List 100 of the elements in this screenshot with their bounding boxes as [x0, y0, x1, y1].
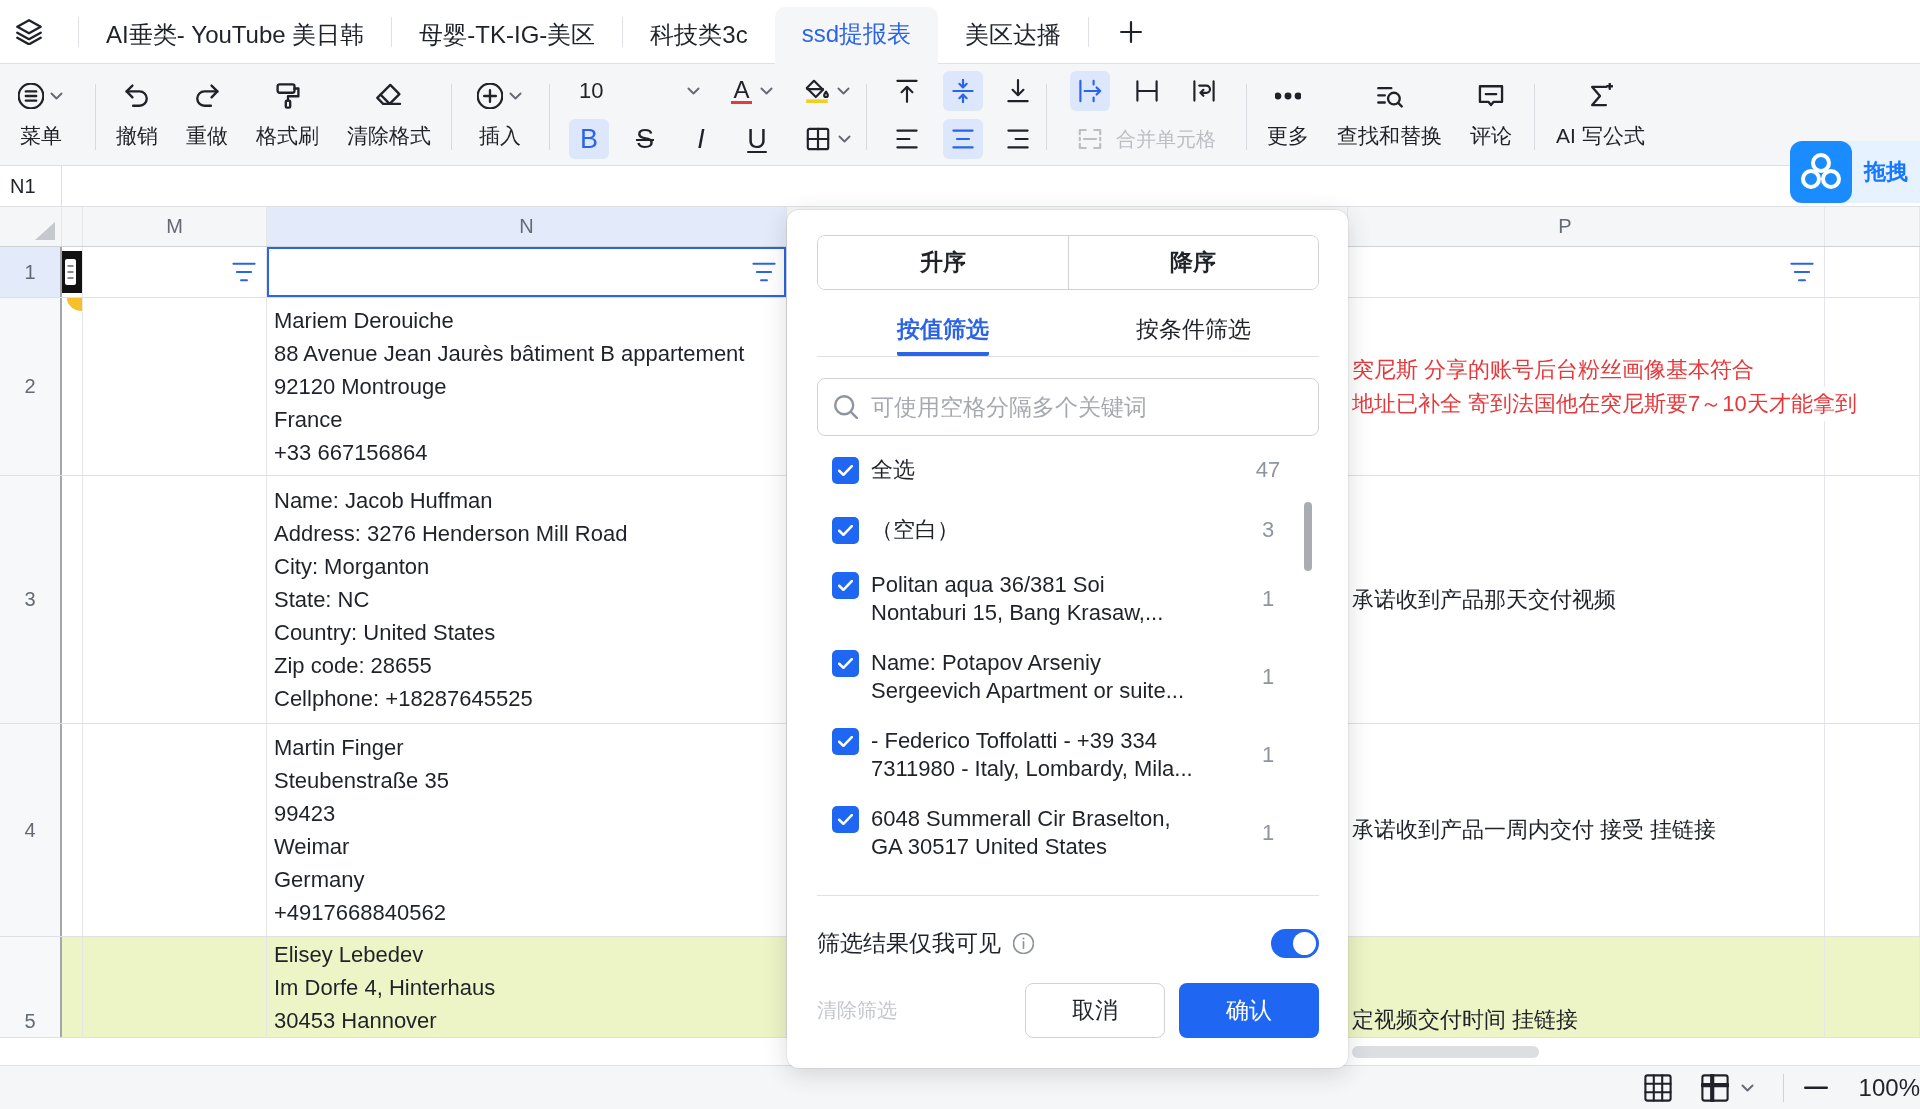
italic-button[interactable]: I [681, 119, 721, 159]
list-icon[interactable] [62, 251, 82, 293]
table-icon[interactable] [1643, 1073, 1672, 1102]
checkbox[interactable] [832, 650, 859, 677]
row-header[interactable]: 2 [0, 298, 62, 475]
layers-icon[interactable] [16, 18, 42, 45]
grid-icon [805, 127, 830, 151]
redo-icon [194, 83, 220, 109]
cell-text: 定视频交付时间 挂链接 [1348, 1003, 1579, 1037]
underline-button[interactable]: U [737, 119, 777, 159]
sheet-tab[interactable]: 母婴-TK-IG-美区 [392, 8, 623, 64]
font-color-button[interactable]: A [722, 71, 782, 111]
value-count: 1 [1260, 742, 1276, 768]
checkbox[interactable] [832, 728, 859, 755]
cancel-button[interactable]: 取消 [1025, 983, 1165, 1038]
clear-format-button[interactable]: 清除格式 [339, 72, 439, 158]
sheet-tab[interactable]: ssd提报表 [774, 7, 939, 64]
table-cell-text: Elisey Lebedev Im Dorfe 4, Hinterhaus 30453 Hannover [273, 941, 497, 1035]
comment-button[interactable]: 评论 [1462, 72, 1520, 158]
checkbox[interactable] [832, 572, 859, 599]
checkbox[interactable] [832, 806, 859, 833]
column-header[interactable]: N [267, 207, 787, 246]
checkbox[interactable] [832, 457, 859, 484]
scrollbar-thumb[interactable] [1352, 1045, 1539, 1058]
redo-button[interactable]: 重做 [178, 72, 236, 158]
align-middle-button[interactable] [942, 71, 983, 111]
text-overflow-icon [1078, 79, 1102, 103]
sheet-tab[interactable]: 科技类3c [623, 8, 775, 64]
insert-button[interactable]: 插入 [469, 72, 530, 158]
filter-option[interactable]: Politan aqua 36/381 Soi Nontaburi 15, Bang Krasaw,... [871, 571, 1232, 627]
value-count: 1 [1260, 820, 1276, 846]
paint-bucket-icon [804, 79, 829, 103]
toggle-label: 筛选结果仅我可见 [817, 928, 1001, 958]
value-count: 1 [1260, 664, 1276, 690]
menu-button[interactable]: 菜单 [10, 72, 71, 158]
cell-reference-box[interactable]: N1 [0, 166, 62, 206]
value-count: 47 [1254, 457, 1282, 483]
checkbox[interactable] [832, 517, 859, 544]
row-header[interactable]: 4 [0, 724, 62, 936]
paint-roller-icon [274, 83, 301, 109]
align-center-button[interactable] [942, 119, 983, 159]
confirm-button[interactable]: 确认 [1179, 983, 1319, 1038]
caret-icon [837, 135, 851, 143]
filter-icon[interactable] [1790, 262, 1814, 282]
check-icon [838, 658, 853, 669]
caret-icon [50, 92, 63, 100]
align-right-icon [1006, 127, 1030, 151]
row-header[interactable]: 3 [0, 476, 62, 723]
filter-option[interactable]: （空白） [871, 516, 1232, 544]
filter-tab[interactable]: 按条件筛选 [1136, 306, 1251, 356]
sheet-tab[interactable]: AI垂类- YouTube 美日韩 [79, 8, 392, 64]
scrollbar-thumb[interactable] [1304, 502, 1312, 571]
filter-option[interactable]: 全选 [871, 456, 1232, 484]
filter-option[interactable]: Name: Potapov Arseniy Sergeevich Apartment or suite... [871, 649, 1232, 705]
search-field[interactable]: 可使用空格分隔多个关键词 [817, 378, 1319, 436]
caret-icon [687, 87, 700, 95]
plus-icon [1120, 20, 1143, 43]
selected-cell[interactable] [267, 247, 787, 297]
table-cell-text: Mariem Derouiche 88 Avenue Jean Jaurès bâtiment B appartement 92120 Montrouge France +33 667156864 [273, 307, 746, 467]
value-count: 1 [1260, 586, 1276, 612]
filter-icon[interactable] [752, 262, 776, 282]
sheet-tab[interactable]: 美区达播 [938, 8, 1089, 64]
undo-button[interactable]: 撤销 [108, 72, 166, 158]
check-icon [838, 465, 853, 476]
drag-button[interactable]: 拖拽 [1790, 141, 1920, 203]
minus-icon[interactable] [1803, 1085, 1828, 1090]
filter-option[interactable]: - Federico Toffolatti - +39 334 7311980 - Italy, Lombardy, Mila... [871, 727, 1232, 783]
bold-button[interactable]: B [569, 119, 609, 159]
filter-option[interactable]: 6048 Summerall Cir Braselton, GA 30517 United States [871, 805, 1232, 861]
zoom-level[interactable]: 100% [1858, 1073, 1920, 1102]
strikethrough-button[interactable]: S [625, 119, 665, 159]
filter-icon[interactable] [232, 262, 256, 282]
more-button[interactable]: 更多 [1259, 72, 1317, 158]
sort-button[interactable]: 降序 [1067, 236, 1318, 289]
row-header[interactable]: 5 [0, 937, 62, 1037]
cell-text: 承诺收到产品那天交付视频 [1348, 582, 1616, 617]
merge-icon [1078, 127, 1102, 151]
toggle-switch[interactable] [1271, 928, 1319, 958]
format-painter-button[interactable]: 格式刷 [248, 72, 327, 158]
cell-text: 突尼斯 分享的账号后台粉丝画像基本符合 [1348, 352, 1755, 387]
row-header[interactable]: 1 [0, 247, 62, 297]
text-wrap-icon [1192, 79, 1216, 103]
cell-text: 承诺收到产品一周内交付 接受 挂链接 [1348, 813, 1717, 847]
value-count: 3 [1260, 517, 1276, 543]
ai-formula-button[interactable]: AI 写公式 [1548, 72, 1653, 158]
caret-icon [836, 87, 850, 95]
font-size-select[interactable]: 10 [569, 71, 706, 111]
text-overflow-button[interactable] [1070, 71, 1110, 111]
align-middle-icon [950, 79, 975, 103]
align-bottom-icon [1006, 79, 1030, 103]
panes-icon[interactable] [1700, 1073, 1729, 1102]
find-replace-button[interactable]: 查找和替换 [1329, 72, 1450, 158]
info-icon[interactable] [1013, 932, 1034, 954]
check-icon [838, 580, 853, 591]
filter-tab[interactable]: 按值筛选 [896, 306, 989, 356]
caret-icon [759, 87, 773, 95]
table-cell-text: Martin Finger Steubenstraße 35 99423 Weimar Germany +4917668840562 [273, 734, 450, 927]
align-left-icon [895, 127, 919, 151]
search-icon [834, 395, 858, 419]
caret-icon[interactable] [1740, 1083, 1754, 1092]
